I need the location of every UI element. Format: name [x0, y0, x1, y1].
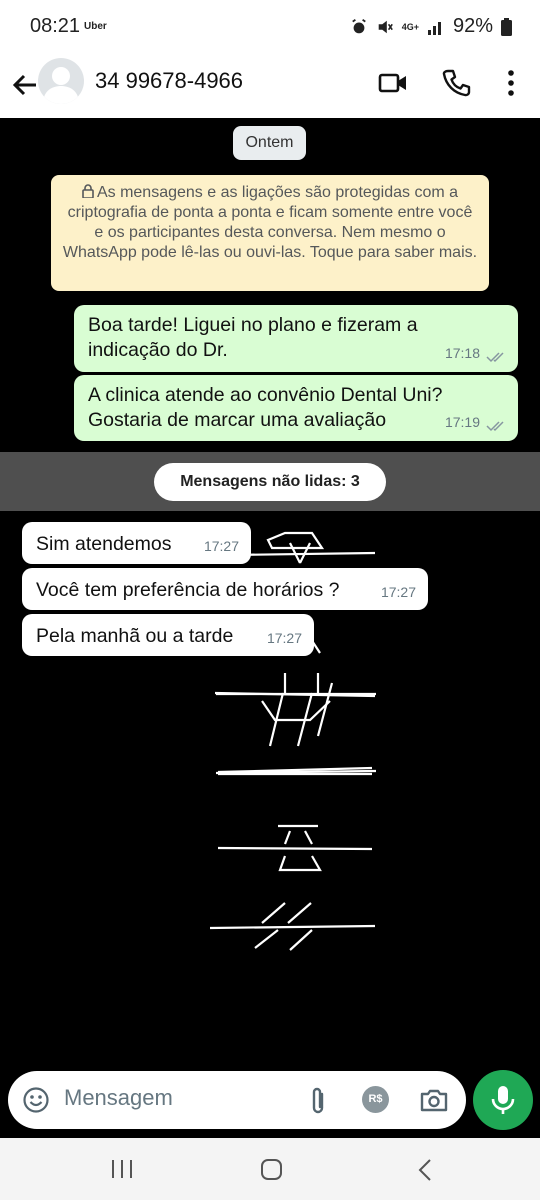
message-time: 17:19 — [444, 414, 480, 430]
status-bar: 08:21 Uber 4G+ 92% — [0, 0, 540, 56]
read-receipt-icon — [486, 421, 504, 432]
attach-icon[interactable] — [306, 1086, 330, 1116]
message-text: Gostaria de marcar uma avaliação — [88, 409, 387, 431]
message-time: 17:27 — [266, 630, 302, 646]
alarm-icon — [351, 18, 366, 33]
message-composer[interactable]: Mensagem R$ — [8, 1071, 466, 1129]
message-bubble-incoming[interactable]: Você tem preferência de horários ? 17:27 — [22, 568, 428, 610]
battery-percent: 92% — [452, 15, 493, 37]
read-receipt-icon — [486, 352, 504, 363]
encryption-notice[interactable]: As mensagens e as ligações são protegida… — [51, 175, 489, 291]
message-text: Você tem preferência de horários ? — [36, 579, 340, 601]
voice-message-button[interactable] — [473, 1070, 533, 1130]
mute-icon — [378, 20, 393, 33]
message-time: 17:18 — [444, 345, 480, 361]
back-arrow-icon[interactable] — [10, 70, 40, 100]
message-time: 17:27 — [380, 584, 416, 600]
message-text: A clinica atende ao convênio Dental Uni? — [88, 384, 443, 406]
message-text: Pela manhã ou a tarde — [36, 625, 234, 647]
camera-icon[interactable] — [419, 1087, 449, 1113]
signal-icon — [427, 21, 441, 35]
system-nav-bar — [0, 1138, 540, 1200]
message-bubble-incoming[interactable]: Pela manhã ou a tarde 17:27 — [22, 614, 314, 656]
battery-icon — [501, 17, 512, 36]
more-options-icon[interactable] — [496, 68, 526, 98]
lock-icon — [82, 184, 94, 199]
message-bubble-incoming[interactable]: Sim atendemos 17:27 — [22, 522, 251, 564]
message-input[interactable]: Mensagem — [64, 1085, 173, 1111]
status-icons: 4G+ 92% — [350, 15, 512, 38]
default-avatar-icon — [43, 67, 79, 104]
message-bubble-outgoing[interactable]: A clinica atende ao convênio Dental Uni?… — [74, 375, 518, 441]
message-text: Sim atendemos — [36, 533, 172, 555]
contact-name[interactable]: 34 99678-4966 — [95, 68, 243, 94]
network-type: 4G+ — [401, 21, 419, 32]
unread-separator: Mensagens não lidas: 3 — [0, 452, 540, 511]
date-chip: Ontem — [233, 126, 306, 160]
payment-icon-label: R$ — [368, 1093, 383, 1105]
encryption-notice-text: As mensagens e as ligações são protegida… — [62, 184, 478, 261]
video-call-icon[interactable] — [378, 68, 408, 98]
avatar[interactable] — [38, 58, 84, 104]
message-bubble-outgoing[interactable]: Boa tarde! Liguei no plano e fizeram a i… — [74, 305, 518, 372]
message-time: 17:27 — [203, 538, 239, 554]
message-text: indicação do Dr. — [88, 339, 228, 361]
chat-area[interactable]: Ontem As mensagens e as ligações são pro… — [0, 118, 540, 1068]
chat-header: 34 99678-4966 — [0, 56, 540, 118]
status-notification: Uber — [84, 21, 107, 32]
payment-icon[interactable]: R$ — [362, 1086, 389, 1113]
unread-count-label: Mensagens não lidas: 3 — [154, 463, 386, 501]
emoji-icon[interactable] — [22, 1086, 50, 1114]
home-icon[interactable] — [260, 1158, 284, 1182]
status-time: 08:21 — [30, 15, 81, 37]
microphone-icon — [491, 1086, 515, 1114]
message-text: Boa tarde! Liguei no plano e fizeram a — [88, 314, 418, 336]
voice-call-icon[interactable] — [441, 68, 471, 98]
back-nav-icon[interactable] — [416, 1158, 434, 1182]
recent-apps-icon[interactable] — [110, 1158, 134, 1180]
